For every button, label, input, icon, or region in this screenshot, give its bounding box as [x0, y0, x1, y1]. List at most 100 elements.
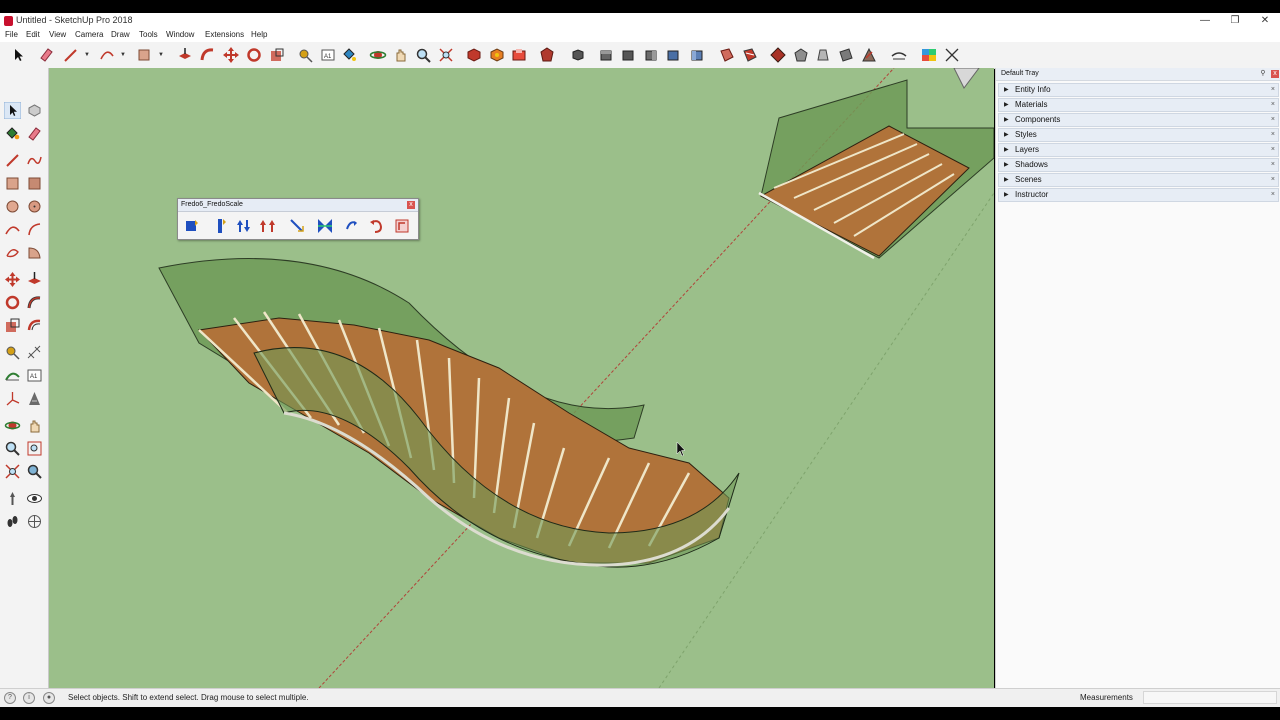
rectangle-icon[interactable]	[135, 46, 153, 64]
restore-button[interactable]: ❐	[1220, 13, 1250, 29]
warehouse-icon[interactable]	[538, 46, 556, 64]
panel-close-icon[interactable]: ×	[1271, 159, 1275, 171]
twisting-icon[interactable]	[288, 217, 306, 235]
panel-close-icon[interactable]: ×	[1271, 189, 1275, 201]
axes-tool-icon[interactable]	[4, 390, 21, 407]
look-around-tool-icon[interactable]	[26, 490, 43, 507]
paint-tool-icon[interactable]	[4, 125, 21, 142]
freehand-tool-icon[interactable]	[26, 152, 43, 169]
line-icon[interactable]	[62, 46, 80, 64]
pie-tool-icon[interactable]	[26, 244, 43, 261]
minimize-button[interactable]: —	[1190, 13, 1220, 29]
box-stretch-icon[interactable]	[211, 217, 229, 235]
solid-icon-c[interactable]	[814, 46, 832, 64]
zoom-tool-icon[interactable]	[4, 440, 21, 457]
menu-help[interactable]: Help	[251, 30, 267, 39]
rotated-rectangle-tool-icon[interactable]	[26, 175, 43, 192]
menu-view[interactable]: View	[49, 30, 66, 39]
radial-bend-icon[interactable]	[316, 217, 334, 235]
protractor-tool-icon[interactable]	[4, 367, 21, 384]
fredoscale-toolbar[interactable]: Fredo6_FredoScale x	[177, 198, 419, 240]
panel-close-icon[interactable]: ×	[1271, 144, 1275, 156]
fredoscale-close-button[interactable]: x	[407, 201, 415, 209]
rotate-tool-icon[interactable]	[4, 294, 21, 311]
tray-panel-scenes[interactable]: ▶ Scenes ×	[998, 173, 1279, 187]
text-icon[interactable]: A1	[319, 46, 337, 64]
tape-measure-tool-icon[interactable]	[4, 344, 21, 361]
solid-icon-a[interactable]	[769, 46, 787, 64]
tray-panel-materials[interactable]: ▶ Materials ×	[998, 98, 1279, 112]
tray-panel-components[interactable]: ▶ Components ×	[998, 113, 1279, 127]
settings-icon[interactable]	[393, 217, 411, 235]
menu-file[interactable]: File	[5, 30, 18, 39]
circle-tool-icon[interactable]	[4, 198, 21, 215]
panel-close-icon[interactable]: ×	[1271, 114, 1275, 126]
eraser-tool-icon[interactable]	[26, 125, 43, 142]
3d-text-tool-icon[interactable]	[26, 390, 43, 407]
tapering-icon[interactable]	[236, 217, 254, 235]
menu-window[interactable]: Window	[166, 30, 194, 39]
section-icon-b[interactable]	[741, 46, 759, 64]
component-tool-icon[interactable]	[26, 102, 43, 119]
close-button[interactable]: ✕	[1250, 13, 1280, 29]
section-icon-a[interactable]	[718, 46, 736, 64]
component-icon-b[interactable]	[488, 46, 506, 64]
menu-draw[interactable]: Draw	[111, 30, 130, 39]
two-point-arc-tool-icon[interactable]	[26, 221, 43, 238]
scale-icon[interactable]	[268, 46, 286, 64]
select-icon[interactable]	[9, 46, 27, 64]
panel-close-icon[interactable]: ×	[1271, 129, 1275, 141]
solid-icon-d[interactable]	[837, 46, 855, 64]
three-point-arc-tool-icon[interactable]	[4, 244, 21, 261]
tray-panel-layers[interactable]: ▶ Layers ×	[998, 143, 1279, 157]
push-pull-icon[interactable]	[176, 46, 194, 64]
component-icon-c[interactable]	[510, 46, 528, 64]
previous-view-tool-icon[interactable]	[26, 463, 43, 480]
menu-extensions[interactable]: Extensions	[205, 30, 244, 39]
dimension-tool-icon[interactable]	[26, 344, 43, 361]
menu-camera[interactable]: Camera	[75, 30, 103, 39]
section-plane-tool-icon[interactable]	[26, 513, 43, 530]
arc-tool-icon[interactable]	[4, 221, 21, 238]
menu-tools[interactable]: Tools	[139, 30, 158, 39]
solid-icon-e[interactable]	[860, 46, 878, 64]
component-icon-a[interactable]	[465, 46, 483, 64]
left-view-icon[interactable]	[688, 46, 706, 64]
tape-measure-icon[interactable]	[296, 46, 314, 64]
rectangle-tool-icon[interactable]	[4, 175, 21, 192]
rotate-icon[interactable]	[367, 217, 385, 235]
zoom-window-tool-icon[interactable]	[26, 440, 43, 457]
box-scale-icon[interactable]	[183, 217, 201, 235]
pan-icon[interactable]	[392, 46, 410, 64]
panel-close-icon[interactable]: ×	[1271, 174, 1275, 186]
arc-dropdown-caret[interactable]: ▼	[120, 52, 126, 58]
walk-tool-icon[interactable]	[4, 513, 21, 530]
zoom-extents-icon[interactable]	[437, 46, 455, 64]
panel-close-icon[interactable]: ×	[1271, 84, 1275, 96]
pan-tool-icon[interactable]	[26, 417, 43, 434]
tray-panel-instructor[interactable]: ▶ Instructor ×	[998, 188, 1279, 202]
bend-icon[interactable]	[344, 217, 362, 235]
tray-pin-button[interactable]: ⚲	[1259, 70, 1267, 78]
paint-bucket-icon[interactable]	[340, 46, 358, 64]
orbit-tool-icon[interactable]	[4, 417, 21, 434]
line-tool-icon[interactable]	[4, 152, 21, 169]
eraser-icon[interactable]	[37, 46, 55, 64]
arc-icon[interactable]	[98, 46, 116, 64]
follow-me-tool-icon[interactable]	[26, 294, 43, 311]
tray-panel-styles[interactable]: ▶ Styles ×	[998, 128, 1279, 142]
polygon-tool-icon[interactable]	[26, 198, 43, 215]
line-dropdown-caret[interactable]: ▼	[84, 52, 90, 58]
tray-close-button[interactable]: x	[1271, 70, 1279, 78]
tray-panel-entity-info[interactable]: ▶ Entity Info ×	[998, 83, 1279, 97]
top-view-icon[interactable]	[597, 46, 615, 64]
model-viewport[interactable]: Fredo6_FredoScale x	[49, 68, 994, 688]
solid-icon-b[interactable]	[792, 46, 810, 64]
zoom-icon[interactable]	[414, 46, 432, 64]
geo-location-icon[interactable]: ?	[4, 692, 16, 704]
fredoscale-title[interactable]: Fredo6_FredoScale x	[178, 199, 418, 212]
position-camera-tool-icon[interactable]	[4, 490, 21, 507]
user-icon[interactable]: ●	[43, 692, 55, 704]
measurements-input[interactable]	[1143, 691, 1277, 704]
tray-panel-shadows[interactable]: ▶ Shadows ×	[998, 158, 1279, 172]
